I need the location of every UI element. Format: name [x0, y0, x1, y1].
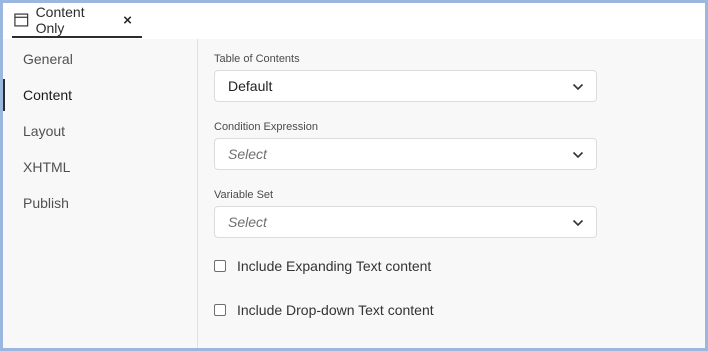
include-dropdown-text-label[interactable]: Include Drop-down Text content	[237, 302, 434, 318]
tab-bar: Content Only	[3, 3, 705, 40]
window-icon	[14, 12, 29, 27]
sidebar-item-xhtml[interactable]: XHTML	[3, 149, 197, 185]
chevron-down-icon	[572, 219, 584, 227]
variable-set-label: Variable Set	[214, 189, 274, 201]
condition-expression-placeholder: Select	[228, 146, 267, 162]
sidebar-item-publish[interactable]: Publish	[3, 185, 197, 221]
include-dropdown-text-checkbox[interactable]	[214, 304, 226, 316]
include-expanding-text-row: Include Expanding Text content	[214, 258, 431, 274]
toc-label: Table of Contents	[214, 53, 300, 65]
condition-expression-label: Condition Expression	[214, 121, 318, 133]
include-dropdown-text-row: Include Drop-down Text content	[214, 302, 434, 318]
toc-select-value: Default	[228, 78, 273, 94]
chevron-down-icon	[572, 151, 584, 159]
include-expanding-text-checkbox[interactable]	[214, 260, 226, 272]
sidebar: General Content Layout XHTML Publish	[3, 39, 198, 348]
include-expanding-text-label[interactable]: Include Expanding Text content	[237, 258, 431, 274]
toc-select[interactable]: Default	[214, 70, 597, 102]
sidebar-item-content[interactable]: Content	[3, 77, 197, 113]
close-icon[interactable]	[123, 15, 132, 25]
variable-set-select[interactable]: Select	[214, 206, 597, 238]
sidebar-item-general[interactable]: General	[3, 41, 197, 77]
sidebar-item-layout[interactable]: Layout	[3, 113, 197, 149]
condition-expression-select[interactable]: Select	[214, 138, 597, 170]
tab-content-only[interactable]: Content Only	[12, 3, 142, 38]
properties-window: Content Only General Content Layout XHTM…	[0, 0, 708, 351]
chevron-down-icon	[572, 83, 584, 91]
tab-title: Content Only	[35, 3, 85, 36]
variable-set-placeholder: Select	[228, 214, 267, 230]
content-panel: Table of Contents Default Condition Expr…	[198, 39, 705, 348]
